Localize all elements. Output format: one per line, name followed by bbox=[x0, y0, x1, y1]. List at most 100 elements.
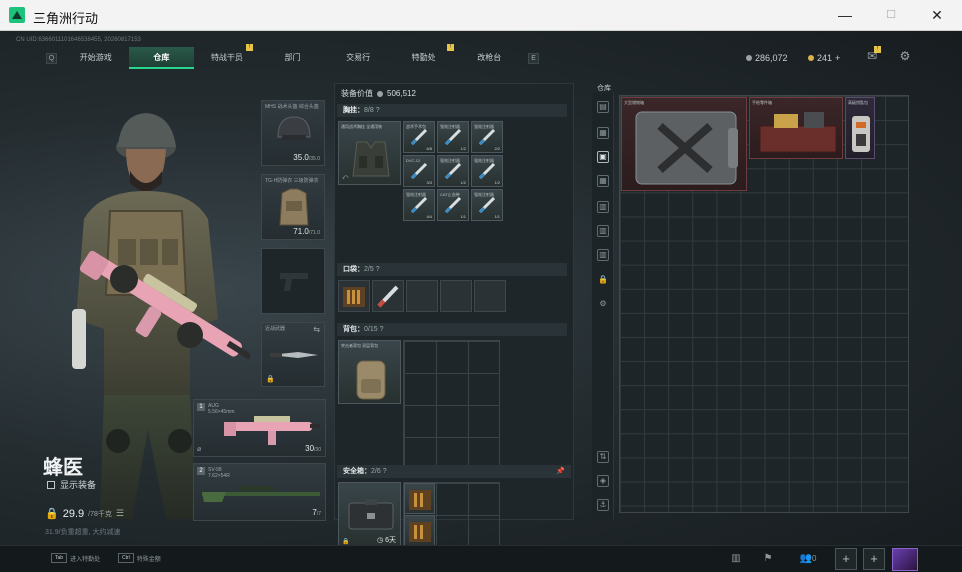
pocket-slot-4[interactable] bbox=[440, 280, 472, 312]
chest-slot-item[interactable]: DVC-12 3/3 bbox=[403, 155, 435, 187]
player-uid: CN UID:6366011101646538455, 20260817153 bbox=[16, 37, 141, 43]
tab-trading[interactable]: 交易行 bbox=[325, 47, 391, 69]
tab-operators[interactable]: 特战干员! bbox=[194, 44, 260, 69]
layers-icon[interactable]: ◈ bbox=[597, 475, 609, 487]
nav-key-prev[interactable]: Q bbox=[46, 52, 57, 64]
pocket-slot-1[interactable] bbox=[338, 280, 370, 312]
chest-rig-name: 通用战术胸挂 全通用装 bbox=[341, 124, 383, 129]
safe-slot-ammo-1[interactable] bbox=[404, 483, 435, 514]
backpack-grid[interactable] bbox=[403, 340, 500, 469]
help-icon[interactable]: ? bbox=[383, 468, 387, 475]
help-icon[interactable]: ? bbox=[376, 266, 380, 273]
chest-slot-item[interactable]: 强效注射器 1/2 bbox=[437, 155, 469, 187]
nav-key-next[interactable]: E bbox=[528, 52, 540, 64]
silver-currency: 286,072 bbox=[746, 53, 788, 63]
lock-icon[interactable]: 🔒 bbox=[597, 275, 609, 287]
stash-item-parts-box[interactable]: 手枪零件箱 bbox=[749, 97, 843, 159]
stash-tab-all-icon[interactable]: ▤ bbox=[597, 101, 609, 113]
storage-crate-icon bbox=[635, 111, 738, 185]
stash-tab-7-icon[interactable]: ▥ bbox=[597, 249, 609, 261]
weapon-1-ammo: 30/30 bbox=[305, 444, 321, 453]
sort-icon[interactable]: ⇅ bbox=[597, 451, 609, 463]
minimize-button[interactable]: — bbox=[822, 0, 868, 31]
tab-gunsmith[interactable]: 改枪台 bbox=[456, 47, 522, 69]
sidearm-slot-empty[interactable] bbox=[261, 248, 325, 314]
lock-icon: 🔒 bbox=[266, 376, 275, 383]
unequip-icon[interactable]: ⤺ bbox=[342, 175, 348, 182]
chest-slot-item-name: CAT止血带 bbox=[440, 192, 460, 197]
app-logo-icon bbox=[9, 7, 25, 23]
show-equipment-toggle[interactable]: 显示装备 bbox=[47, 478, 96, 491]
stash-item-key-bag[interactable]: 高级钥匙包 bbox=[845, 97, 875, 159]
add-gold-button[interactable]: + bbox=[835, 53, 840, 63]
stash-item-large-box[interactable]: 大型储物箱 bbox=[621, 97, 747, 191]
hint-2-label: 特殊金额 bbox=[136, 556, 161, 563]
stash-tab-4-icon[interactable]: ▦ bbox=[597, 175, 609, 187]
friends-button[interactable]: 👥0 bbox=[794, 550, 822, 568]
tab-start-game[interactable]: 开始游戏 bbox=[63, 47, 129, 69]
tab-department[interactable]: 部门 bbox=[260, 47, 326, 69]
help-icon[interactable]: ? bbox=[376, 107, 380, 114]
ammo-box-icon bbox=[409, 490, 431, 510]
settings-gear-icon[interactable]: ⚙ bbox=[897, 49, 913, 65]
show-equipment-checkbox[interactable] bbox=[47, 480, 55, 489]
pin-icon[interactable]: 📌 bbox=[556, 465, 565, 478]
stash-grid[interactable]: 大型储物箱 手枪零件箱 高级钥匙包 bbox=[619, 95, 909, 513]
armor-dur: 71.0 bbox=[293, 227, 309, 236]
flag-icon[interactable]: ⚑ bbox=[758, 550, 778, 568]
stash-sidebar: ▤ ▦ ▣ ▦ ▥ ▥ ▥ 🔒 ⚙ ⇅ ◈ ⚓ bbox=[592, 93, 614, 519]
helmet-slot[interactable]: MHS 战术头盔 综合头盔 35.0/35.0 bbox=[261, 100, 325, 166]
tab-special-ops[interactable]: 特勤处! bbox=[391, 44, 457, 69]
game-viewport: CN UID:6366011101646538455, 20260817153 … bbox=[0, 31, 962, 572]
chest-slot-item-count: 4/4 bbox=[426, 214, 432, 219]
swap-icon[interactable]: ⇆ bbox=[313, 325, 320, 334]
stash-tab-3-icon[interactable]: ▣ bbox=[597, 151, 609, 163]
chest-rig-item[interactable]: 通用战术胸挂 全通用装 ⤺ bbox=[338, 121, 401, 185]
safe-slot-ammo-2[interactable] bbox=[404, 515, 435, 546]
primary-weapon-1-slot[interactable]: 1 AUG 5.56×45mm ⌀ 30/30 bbox=[193, 399, 326, 457]
chest-slot-item[interactable]: 强效注射器 1/1 bbox=[471, 189, 503, 221]
chest-slot-item-name: 战术手术包 bbox=[406, 124, 426, 129]
stash-tab-2-icon[interactable]: ▦ bbox=[597, 127, 609, 139]
armor-slot[interactable]: TG-H防弹衣 三级防弹衣 71.0/71.0 bbox=[261, 174, 325, 240]
chest-slot-item[interactable]: 强效注射器 1/2 bbox=[437, 121, 469, 153]
anchor-icon[interactable]: ⚓ bbox=[597, 499, 609, 511]
alert-badge-icon: ! bbox=[874, 46, 881, 53]
safe-box-item[interactable]: 🔒 ◷ 6天 bbox=[338, 482, 401, 548]
helmet-icon bbox=[277, 116, 311, 140]
player-avatar[interactable] bbox=[892, 548, 918, 571]
mail-icon[interactable]: ✉! bbox=[864, 46, 881, 65]
chest-slot-item-count: 3/3 bbox=[426, 180, 432, 185]
invite-slot-2-button[interactable]: + bbox=[863, 548, 885, 570]
hint-2-key: Ctrl bbox=[118, 553, 134, 563]
chest-slot-item[interactable]: 强效注射器 1/2 bbox=[471, 155, 503, 187]
stash-tab-5-icon[interactable]: ▥ bbox=[597, 201, 609, 213]
pocket-slot-5[interactable] bbox=[474, 280, 506, 312]
aug-rifle-icon bbox=[224, 416, 320, 445]
pocket-slot-3[interactable] bbox=[406, 280, 438, 312]
chest-slot-item[interactable]: CAT止血带 1/1 bbox=[437, 189, 469, 221]
invite-slot-1-button[interactable]: + bbox=[835, 548, 857, 570]
melee-slot[interactable]: 近战武器 ⇆ 🔒 bbox=[261, 322, 325, 387]
stats-chart-icon[interactable]: ▥ bbox=[726, 550, 746, 568]
backpack-item[interactable]: 突击者背包 双层背包 bbox=[338, 340, 401, 404]
list-icon[interactable]: ☰ bbox=[116, 508, 124, 519]
help-icon[interactable]: ? bbox=[380, 326, 384, 333]
gold-currency[interactable]: 241 + bbox=[808, 53, 840, 63]
knife-icon bbox=[270, 352, 318, 358]
primary-weapon-2-slot[interactable]: 2 SV-98 7.62×54R 7/7 bbox=[193, 463, 326, 521]
chest-slot-item[interactable]: 强效注射器 2/2 bbox=[471, 121, 503, 153]
chest-slot-item[interactable]: 战术手术包 6/8 bbox=[403, 121, 435, 153]
settings-icon[interactable]: ⚙ bbox=[597, 299, 609, 311]
pocket-slot-2[interactable] bbox=[372, 280, 404, 312]
maximize-button[interactable]: ☐ bbox=[868, 0, 914, 31]
hint-special-ops[interactable]: Tab 进入特勤处 bbox=[51, 553, 100, 563]
close-button[interactable]: ✕ bbox=[914, 0, 960, 31]
tab-warehouse[interactable]: 仓库 bbox=[128, 47, 195, 69]
chest-slot-item[interactable]: 强效注射器 4/4 bbox=[403, 189, 435, 221]
stash-tab-6-icon[interactable]: ▥ bbox=[597, 225, 609, 237]
chest-rig-header: 胸挂：8/8 ? bbox=[337, 104, 567, 117]
chest-rig-label: 胸挂 bbox=[343, 107, 357, 114]
hint-special-amount[interactable]: Ctrl 特殊金额 bbox=[118, 553, 161, 563]
equipment-value-label: 装备价值 bbox=[341, 89, 373, 98]
